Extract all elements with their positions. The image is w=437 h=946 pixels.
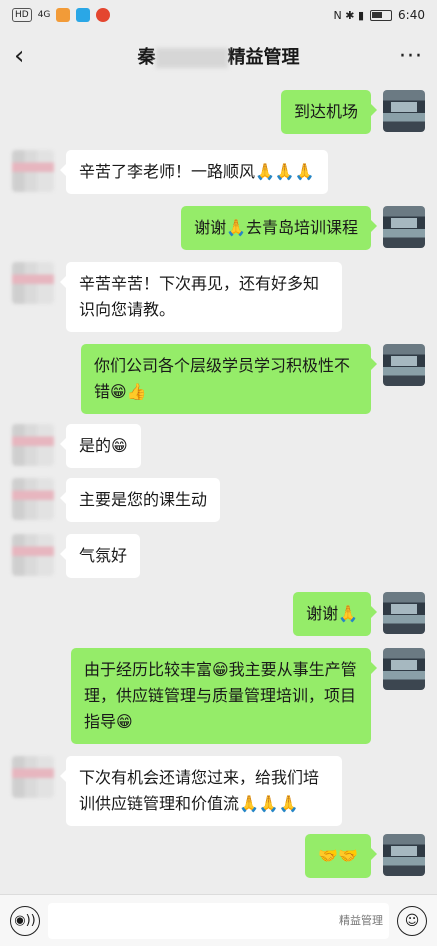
message-list[interactable]: 到达机场 辛苦了李老师！一路顺风🙏🙏🙏 谢谢🙏去青岛培训课程 辛苦辛苦！下次再见… bbox=[0, 82, 437, 894]
chat-title-suffix: 精益管理 bbox=[227, 47, 300, 68]
self-avatar[interactable] bbox=[383, 648, 425, 690]
video-app-icon bbox=[76, 8, 91, 22]
contact-avatar[interactable] bbox=[12, 534, 54, 576]
clock: 6:40 bbox=[398, 8, 425, 22]
chat-header: ‹ 秦 精益管理 ··· bbox=[0, 30, 437, 82]
message-bubble-other[interactable]: 辛苦辛苦！下次再见，还有好多知识向您请教。 bbox=[60, 262, 342, 332]
input-bar: ◉)) ☺ 精益管理 bbox=[0, 894, 437, 946]
battery-icon bbox=[370, 9, 393, 21]
chat-title: 秦 精益管理 bbox=[0, 43, 437, 69]
message-bubble-self[interactable]: 到达机场 bbox=[280, 90, 378, 134]
message-bubble-other[interactable]: 辛苦了李老师！一路顺风🙏🙏🙏 bbox=[60, 150, 328, 194]
message-bubble-other[interactable]: 气氛好 bbox=[59, 534, 141, 578]
status-left: HD 4G bbox=[12, 8, 111, 22]
voice-input-icon[interactable]: ◉)) bbox=[10, 905, 40, 936]
status-right: N ✱ ▮ 6:40 bbox=[334, 8, 425, 22]
contact-avatar[interactable] bbox=[12, 478, 54, 520]
message-bubble-self[interactable]: 谢谢🙏去青岛培训课程 bbox=[181, 206, 377, 250]
chat-title-prefix: 秦 bbox=[137, 47, 156, 68]
message-bubble-self[interactable]: 谢谢🙏 bbox=[293, 592, 377, 636]
contact-avatar[interactable] bbox=[12, 150, 54, 192]
contact-avatar[interactable] bbox=[12, 756, 54, 798]
self-avatar[interactable] bbox=[383, 206, 425, 248]
title-redaction bbox=[155, 48, 228, 68]
message-bubble-self[interactable]: 由于经历比较丰富😁我主要从事生产管理，供应链管理与质量管理培训，项目指导😁 bbox=[71, 648, 377, 744]
status-bar: HD 4G N ✱ ▮ 6:40 bbox=[0, 0, 437, 30]
status-icons: N ✱ ▮ bbox=[333, 8, 365, 22]
self-avatar[interactable] bbox=[383, 90, 425, 132]
message-bubble-self[interactable]: 你们公司各个层级学员学习积极性不错😁👍 bbox=[81, 344, 377, 414]
self-avatar[interactable] bbox=[383, 834, 425, 876]
message-input[interactable] bbox=[48, 902, 389, 939]
message-bubble-self[interactable]: 🤝🤝 bbox=[305, 834, 377, 878]
contact-avatar[interactable] bbox=[12, 424, 54, 466]
message-bubble-other[interactable]: 下次有机会还请您过来，给我们培训供应链管理和价值流🙏🙏🙏 bbox=[60, 756, 342, 826]
message-bubble-other[interactable]: 是的😁 bbox=[60, 424, 141, 468]
more-options-icon[interactable]: ··· bbox=[399, 44, 423, 69]
emoji-icon[interactable]: ☺ bbox=[397, 905, 427, 936]
self-avatar[interactable] bbox=[383, 592, 425, 634]
message-bubble-other[interactable]: 主要是您的课生动 bbox=[59, 478, 221, 522]
signal-label: 4G bbox=[37, 10, 51, 20]
back-icon[interactable]: ‹ bbox=[14, 43, 44, 69]
self-avatar[interactable] bbox=[383, 344, 425, 386]
hd-badge: HD bbox=[12, 8, 32, 22]
notification-app-icon bbox=[56, 8, 71, 22]
weibo-app-icon bbox=[96, 8, 111, 22]
contact-avatar[interactable] bbox=[12, 262, 54, 304]
watermark: 精益管理 bbox=[339, 914, 383, 927]
